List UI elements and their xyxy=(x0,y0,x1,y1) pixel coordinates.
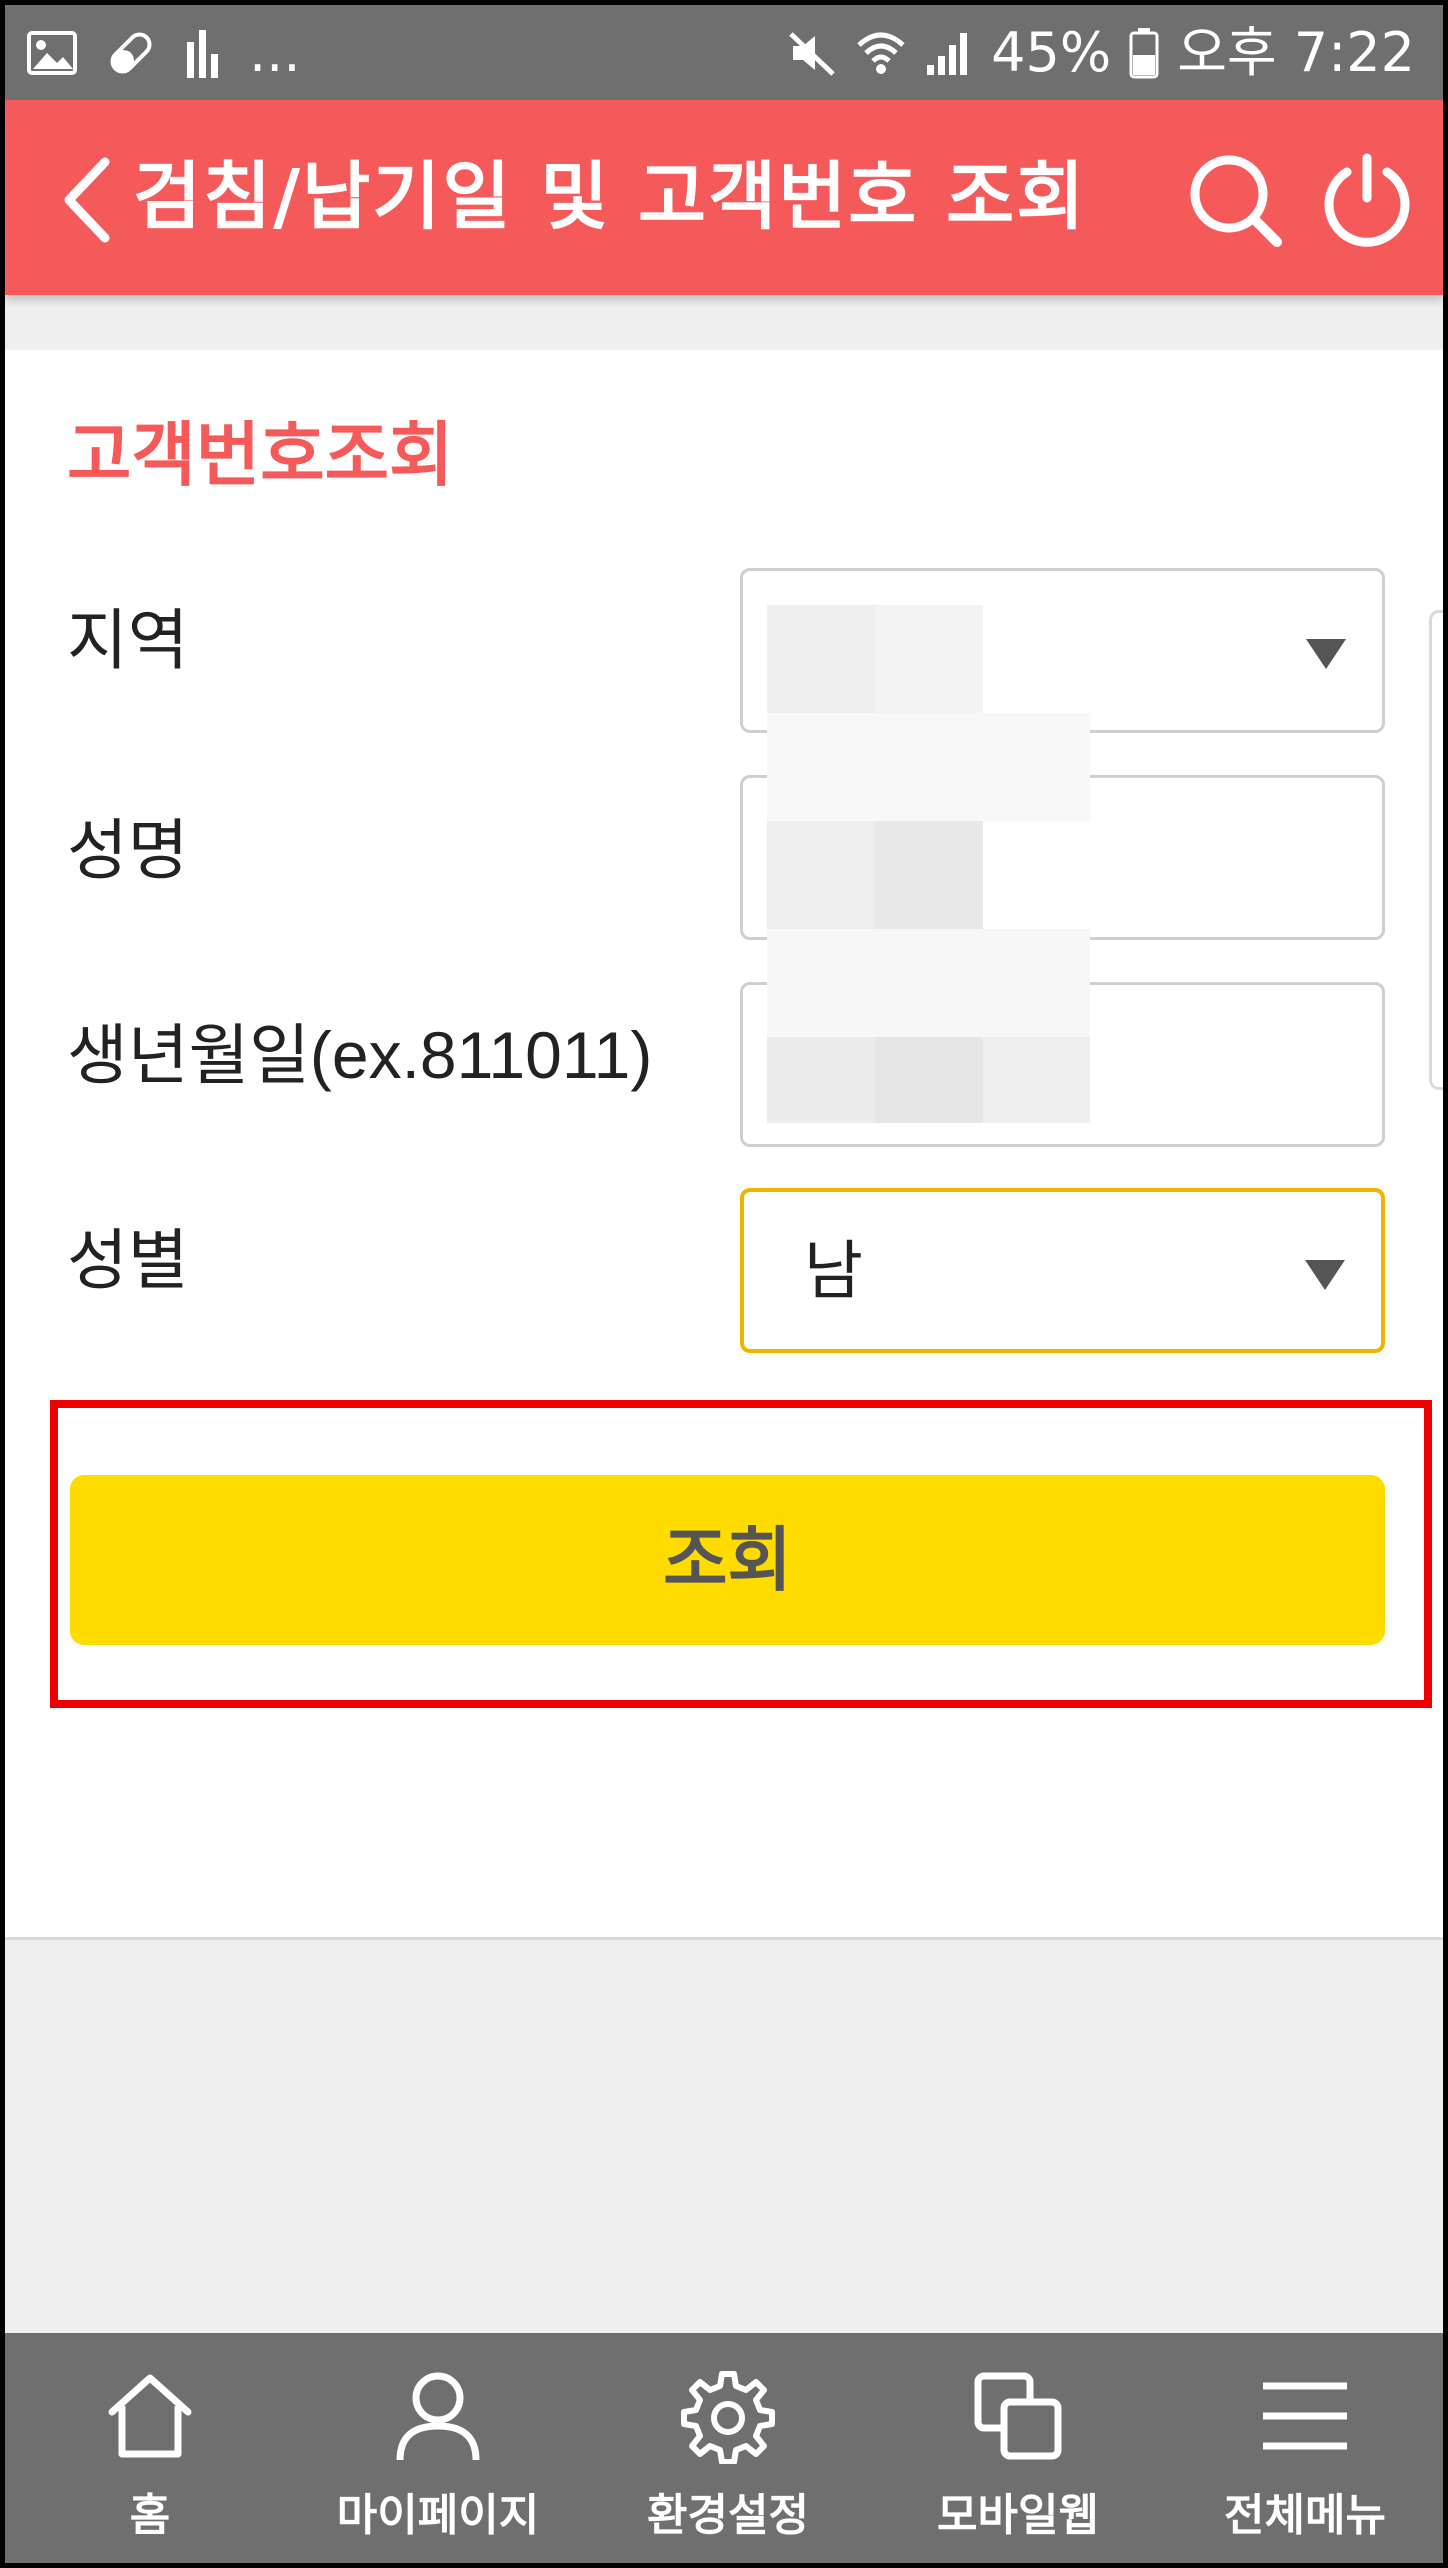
gender-label: 성별 xyxy=(67,1223,189,1297)
signal-icon xyxy=(925,29,973,77)
mute-icon xyxy=(787,28,837,78)
wifi-icon xyxy=(855,27,907,79)
status-time: 오후 7:22 xyxy=(1177,21,1415,84)
gallery-icon xyxy=(27,31,77,75)
section-title: 고객번호조회 xyxy=(67,414,454,496)
bottom-nav: 홈 마이페이지 환경설정 모바일웹 전체메뉴 xyxy=(5,2333,1443,2563)
status-bar: ... 45% 오후 7:22 xyxy=(5,5,1443,100)
app-header: 검침/납기일 및 고객번호 조회 xyxy=(5,100,1443,295)
home-icon xyxy=(108,2374,192,2458)
back-chevron-icon xyxy=(64,157,110,243)
equalizer-icon xyxy=(185,28,221,78)
gender-select[interactable]: 남 xyxy=(740,1188,1385,1353)
nav-item-allmenu[interactable]: 전체메뉴 xyxy=(1180,2333,1430,2563)
chevron-down-icon xyxy=(1305,1260,1345,1290)
birthdate-label: 생년월일(ex.811011) xyxy=(67,1018,653,1092)
region-label: 지역 xyxy=(67,603,189,677)
user-icon xyxy=(396,2372,480,2461)
gear-icon xyxy=(681,2371,775,2464)
scroll-indicator[interactable] xyxy=(1429,610,1443,1090)
gender-select-value: 남 xyxy=(804,1235,863,1309)
nav-item-home[interactable]: 홈 xyxy=(25,2333,275,2563)
page-title: 검침/납기일 및 고객번호 조회 xyxy=(133,154,1087,240)
status-bar-right: 45% 오후 7:22 xyxy=(787,23,1415,83)
battery-icon xyxy=(1129,27,1159,79)
nav-label-allmenu: 전체메뉴 xyxy=(1224,2490,1386,2541)
power-button[interactable] xyxy=(1317,150,1417,250)
menu-icon xyxy=(1263,2382,1347,2450)
pill-icon xyxy=(105,27,157,79)
status-overflow: ... xyxy=(249,21,301,84)
nav-item-settings[interactable]: 환경설정 xyxy=(603,2333,853,2563)
search-button[interactable] xyxy=(1185,150,1285,250)
status-bar-left: ... xyxy=(27,23,301,83)
name-label: 성명 xyxy=(67,813,189,887)
nav-label-settings: 환경설정 xyxy=(647,2490,809,2541)
lookup-submit-button[interactable]: 조회 xyxy=(70,1475,1385,1645)
windows-icon xyxy=(974,2372,1062,2460)
screen: ... 45% 오후 7:22 검침/납기일 및 고객번호 조회 고객번호조회 … xyxy=(5,5,1443,2563)
device-frame: ... 45% 오후 7:22 검침/납기일 및 고객번호 조회 고객번호조회 … xyxy=(0,0,1448,2568)
nav-label-home: 홈 xyxy=(129,2490,171,2541)
nav-label-mypage: 마이페이지 xyxy=(336,2490,540,2541)
nav-label-mobileweb: 모바일웹 xyxy=(937,2490,1099,2541)
back-button[interactable] xyxy=(55,150,125,250)
power-icon xyxy=(1324,153,1410,247)
nav-item-mypage[interactable]: 마이페이지 xyxy=(313,2333,563,2563)
chevron-down-icon xyxy=(1306,639,1346,669)
search-icon xyxy=(1190,155,1282,247)
battery-percent: 45% xyxy=(991,21,1112,84)
nav-item-mobileweb[interactable]: 모바일웹 xyxy=(893,2333,1143,2563)
